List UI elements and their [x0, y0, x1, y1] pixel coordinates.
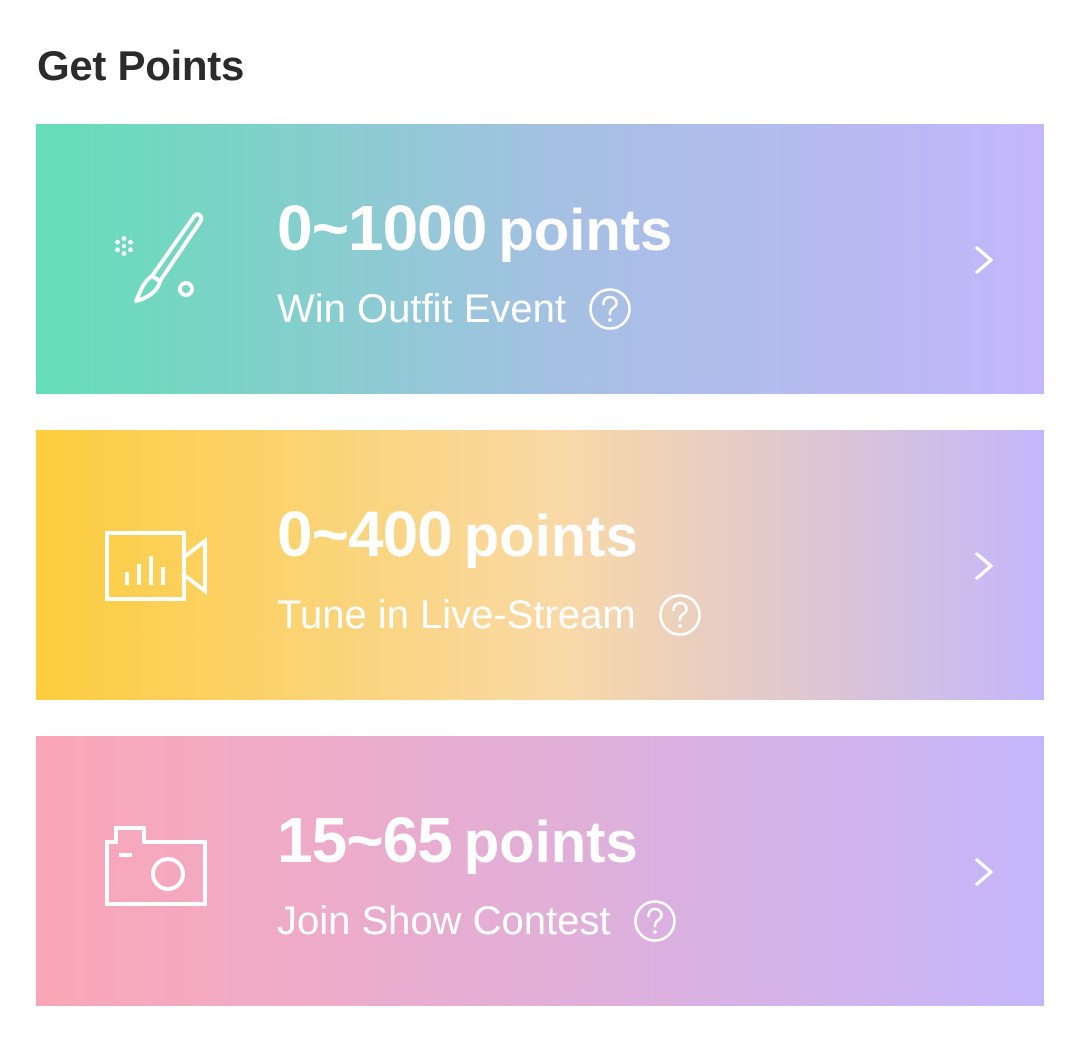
points-value: 0~1000 — [277, 192, 487, 264]
question-circle-icon[interactable] — [658, 593, 702, 637]
question-circle-icon[interactable] — [633, 899, 677, 943]
chevron-right-icon — [972, 244, 998, 276]
join-show-contest-card[interactable]: 15~65 points Join Show Contest — [36, 736, 1044, 1006]
points-value: 15~65 — [277, 804, 453, 876]
win-outfit-event-card[interactable]: 0~1000 points Win Outfit Event — [36, 124, 1044, 394]
get-points-screen: { "section": { "title": "Get Points" }, … — [0, 0, 1080, 1055]
chevron-right-icon — [972, 550, 998, 582]
card-description-row: Tune in Live-Stream — [277, 590, 702, 640]
points-unit: points — [498, 198, 673, 263]
question-circle-icon[interactable] — [588, 287, 632, 331]
card-description-row: Join Show Contest — [277, 896, 677, 946]
camera-icon — [102, 821, 212, 921]
card-description: Join Show Contest — [277, 899, 611, 943]
paintbrush-icon — [102, 209, 212, 309]
points-range: 0~1000 points — [277, 192, 672, 282]
points-range: 15~65 points — [277, 804, 638, 894]
chevron-right-icon — [972, 856, 998, 888]
points-range: 0~400 points — [277, 498, 638, 588]
card-description: Win Outfit Event — [277, 287, 566, 331]
points-value: 0~400 — [277, 498, 453, 570]
section-title: Get Points — [37, 42, 245, 89]
points-unit: points — [463, 504, 638, 569]
points-unit: points — [463, 810, 638, 875]
video-camera-icon — [102, 515, 212, 615]
card-description-row: Win Outfit Event — [277, 284, 632, 334]
tune-in-live-stream-card[interactable]: 0~400 points Tune in Live-Stream — [36, 430, 1044, 700]
card-description: Tune in Live-Stream — [277, 593, 636, 637]
